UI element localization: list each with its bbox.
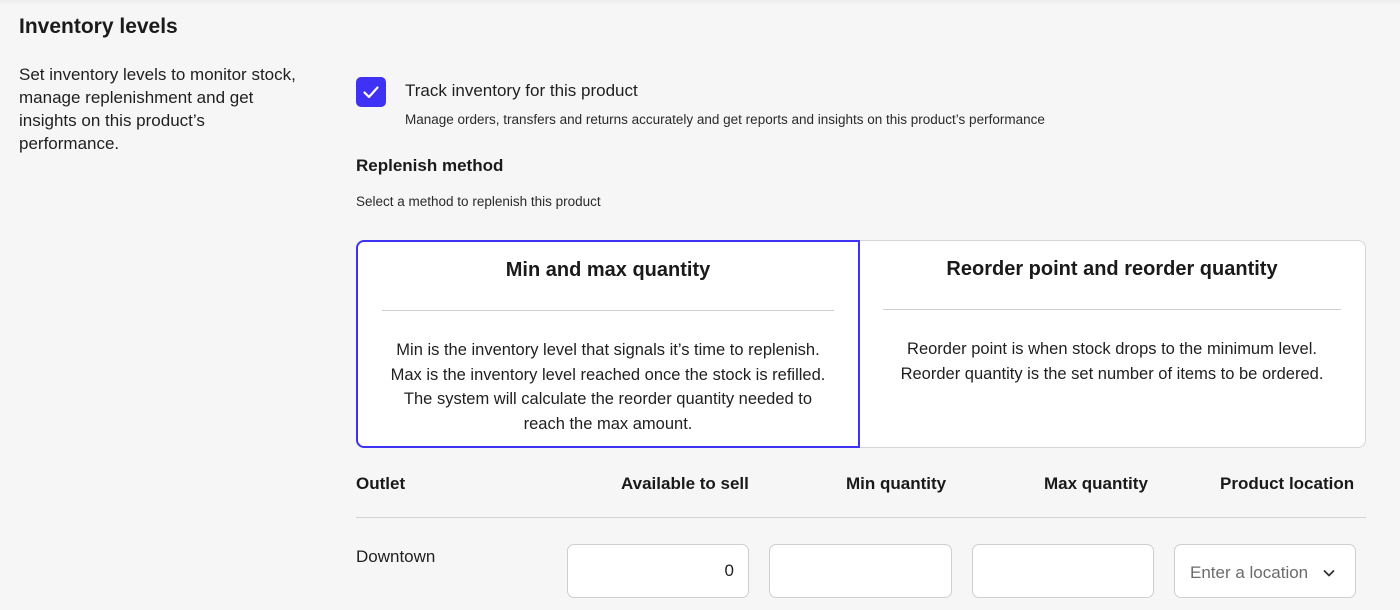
card-divider xyxy=(382,310,834,311)
method-card-title: Reorder point and reorder quantity xyxy=(946,258,1278,280)
replenish-method-title: Replenish method xyxy=(356,156,504,175)
top-shadow xyxy=(0,0,1400,6)
method-card-reorder-point[interactable]: Reorder point and reorder quantity Reord… xyxy=(859,240,1366,448)
method-card-min-max[interactable]: Min and max quantity Min is the inventor… xyxy=(356,240,860,448)
chevron-down-icon xyxy=(1323,570,1335,577)
replenish-method-help: Select a method to replenish this produc… xyxy=(356,194,601,209)
header-available-to-sell: Available to sell xyxy=(621,474,749,493)
track-inventory-label[interactable]: Track inventory for this product xyxy=(405,81,638,101)
header-max-quantity: Max quantity xyxy=(1044,474,1148,493)
method-card-description: Min is the inventory level that signals … xyxy=(390,341,826,433)
header-outlet: Outlet xyxy=(356,474,406,493)
available-to-sell-input[interactable] xyxy=(567,544,749,598)
method-card-title: Min and max quantity xyxy=(505,259,711,281)
track-inventory-help: Manage orders, transfers and returns acc… xyxy=(405,112,1045,127)
location-placeholder: Enter a location xyxy=(1190,563,1309,582)
table-divider xyxy=(356,517,1366,518)
product-location-select[interactable]: Enter a location xyxy=(1174,544,1356,598)
header-product-location: Product location xyxy=(1220,474,1355,493)
max-quantity-input[interactable] xyxy=(972,544,1154,598)
header-min-quantity: Min quantity xyxy=(846,474,947,493)
outlet-name: Downtown xyxy=(356,547,436,566)
min-quantity-input[interactable] xyxy=(769,544,952,598)
check-icon xyxy=(363,86,379,99)
track-inventory-checkbox[interactable] xyxy=(356,77,386,107)
method-card-description: Reorder point is when stock drops to the… xyxy=(900,340,1324,383)
section-title: Inventory levels xyxy=(19,15,178,38)
card-divider xyxy=(883,309,1341,310)
section-description: Set inventory levels to monitor stock, m… xyxy=(19,65,296,153)
